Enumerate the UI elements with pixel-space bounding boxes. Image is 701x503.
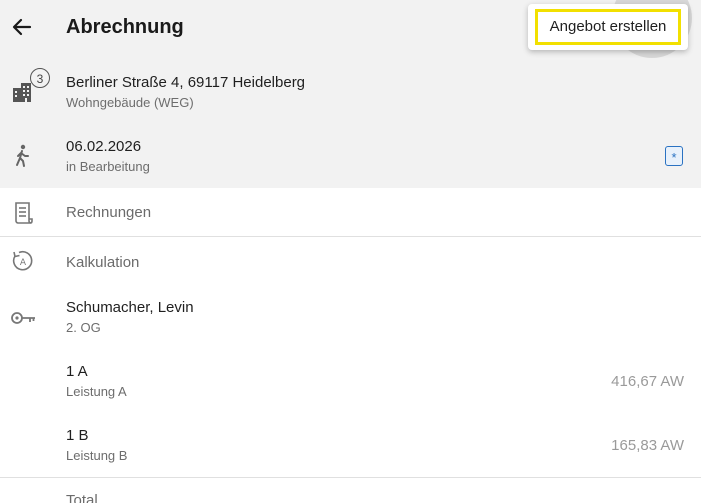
section-rechnungen-label: Rechnungen bbox=[66, 204, 152, 221]
divider bbox=[0, 477, 701, 478]
line-item-code: 1 B bbox=[66, 427, 89, 444]
section-kalkulation-label: Kalkulation bbox=[66, 254, 140, 271]
walking-person-icon bbox=[16, 144, 29, 167]
line-item-description: Leistung A bbox=[66, 384, 127, 399]
required-marker-button[interactable]: * bbox=[665, 146, 683, 166]
section-kalkulation[interactable]: A Kalkulation bbox=[0, 237, 701, 285]
tenant-row[interactable]: Schumacher, Levin 2. OG bbox=[0, 290, 701, 344]
line-item-amount: 165,83 AW bbox=[611, 437, 684, 454]
line-item-description: Leistung B bbox=[66, 448, 128, 463]
auto-calculate-icon: A bbox=[12, 250, 33, 271]
key-icon bbox=[11, 312, 35, 324]
tenant-name: Schumacher, Levin bbox=[66, 299, 194, 316]
tenant-floor: 2. OG bbox=[66, 320, 101, 335]
receipt-icon bbox=[15, 202, 33, 224]
status-state: in Bearbeitung bbox=[66, 159, 150, 174]
line-item-amount: 416,67 AW bbox=[611, 373, 684, 390]
context-menu: Angebot erstellen bbox=[528, 4, 688, 50]
unit-count-badge: 3 bbox=[30, 68, 50, 88]
list-item[interactable]: 1 A Leistung A 416,67 AW bbox=[0, 354, 701, 410]
status-row[interactable]: 06.02.2026 in Bearbeitung bbox=[0, 128, 701, 186]
property-row[interactable]: Berliner Straße 4, 69117 Heidelberg Wohn… bbox=[0, 64, 701, 122]
create-offer-menu-item[interactable]: Angebot erstellen bbox=[535, 9, 681, 45]
page-title: Abrechnung bbox=[66, 16, 184, 38]
list-item[interactable]: 1 B Leistung B 165,83 AW bbox=[0, 418, 701, 474]
property-address: Berliner Straße 4, 69117 Heidelberg bbox=[66, 74, 306, 91]
line-item-code: 1 A bbox=[66, 363, 88, 380]
total-label: Total bbox=[66, 492, 98, 503]
section-rechnungen[interactable]: Rechnungen bbox=[0, 188, 701, 236]
svg-text:A: A bbox=[20, 258, 27, 268]
status-date: 06.02.2026 bbox=[66, 138, 142, 155]
billing-screen: Abrechnung Berliner Straße 4, 69117 Heid… bbox=[0, 0, 701, 503]
back-button[interactable] bbox=[8, 13, 36, 41]
arrow-left-icon bbox=[12, 18, 32, 36]
property-type: Wohngebäude (WEG) bbox=[66, 95, 194, 110]
